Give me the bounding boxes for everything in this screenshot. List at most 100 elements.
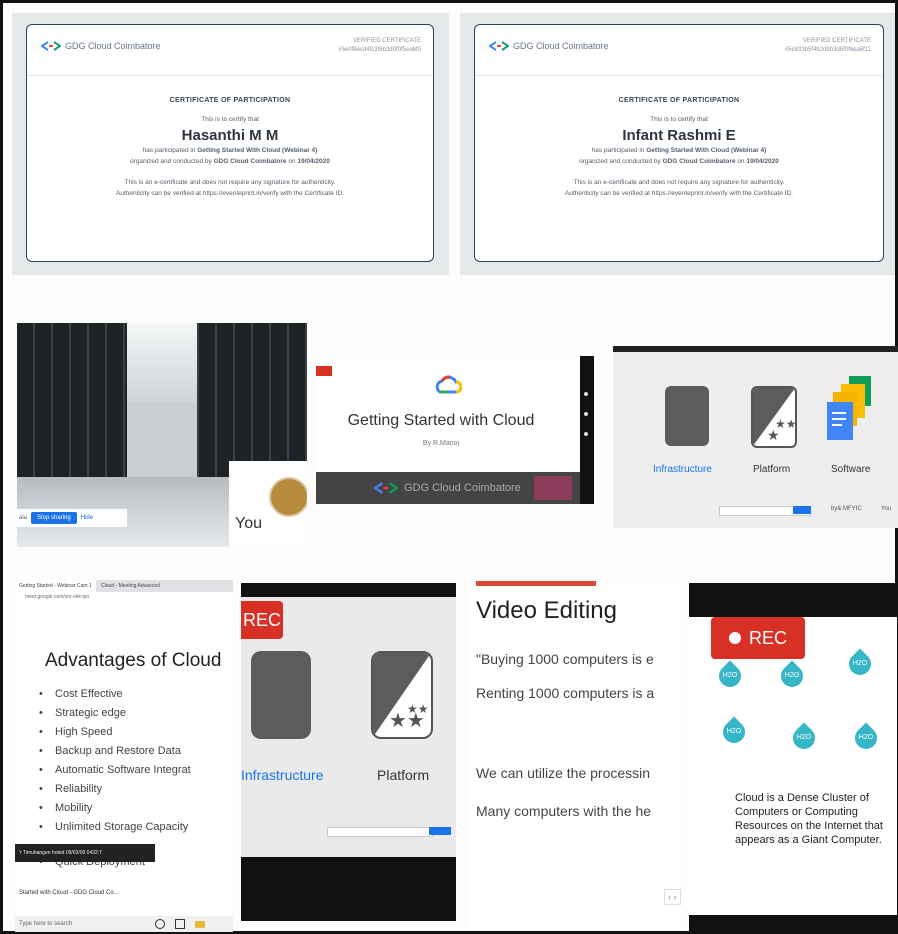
- org-name: GDG Cloud Coimbatore: [65, 41, 161, 51]
- platform-label: Platform: [377, 767, 430, 783]
- certificate-card: GDG Cloud Coimbatore VERIFIED CERTIFICAT…: [12, 13, 449, 275]
- google-cloud-icon: [435, 375, 462, 394]
- certificate-heading: CERTIFICATE OF PARTICIPATION: [169, 97, 291, 104]
- organizer-line: organized and conducted by GDG Cloud Coi…: [130, 158, 330, 165]
- server-rack-left: [17, 323, 127, 493]
- infrastructure-tile: [251, 651, 311, 739]
- body-line: We can utilize the processin: [476, 765, 651, 781]
- stop-sharing-button[interactable]: Stop sharing: [31, 512, 77, 524]
- hide-button[interactable]: Hide: [81, 515, 93, 521]
- rec-badge: REC: [711, 617, 805, 659]
- slide-title: Advantages of Cloud: [45, 650, 222, 671]
- water-drop-icon: H2O: [850, 722, 882, 754]
- participation-line: has participated in Getting Started With…: [591, 147, 767, 154]
- divider: [27, 75, 433, 76]
- participant-thumb: [534, 476, 572, 500]
- recipient-name: Infant Rashmi E: [622, 127, 736, 144]
- certificate-card: GDG Cloud Coimbatore VERIFIED CERTIFICAT…: [460, 13, 895, 275]
- ceiling-light: [127, 323, 197, 403]
- certificate-border: GDG Cloud Coimbatore VERIFIED CERTIFICAT…: [474, 24, 884, 262]
- gdg-chevron-icon: [41, 41, 61, 51]
- notification-toast: 'r Timuhangen hoted 09/03/09 0432:7: [15, 844, 155, 862]
- avatar: [269, 477, 307, 517]
- platform-tile: ★★ ★★: [371, 651, 433, 739]
- verified-label: VERIFIED CERTIFICATE: [352, 38, 421, 44]
- slide-author: By R.Manoj: [422, 440, 460, 447]
- cloud-definition: Cloud is a Dense Cluster of Computers or…: [735, 792, 883, 846]
- share-left-label: ala: [19, 515, 28, 521]
- taskbar-window-title[interactable]: Started with Cloud - GDG Cloud Co...: [19, 890, 119, 896]
- event-date: 19/04/2020: [297, 158, 330, 165]
- certificate-body: CERTIFICATE OF PARTICIPATION This is to …: [27, 95, 433, 199]
- svg-text:★: ★: [767, 427, 780, 443]
- cloud-models-screenshot: ★★ ★ Infrastructure Platform Software by&…: [613, 346, 898, 528]
- certify-text: This is to certify that: [201, 116, 259, 123]
- water-drop-icon: H2O: [714, 660, 746, 692]
- quote-line: "Buying 1000 computers is e: [476, 651, 654, 667]
- event-date: 19/04/2020: [746, 158, 779, 165]
- org-name: GDG Cloud Coimbatore: [513, 41, 609, 51]
- body-line: Many computers with the he: [476, 803, 652, 819]
- quote-line: Renting 1000 computers is a: [476, 685, 655, 701]
- infrastructure-label: Infrastructure: [241, 767, 324, 783]
- presenting-button[interactable]: [793, 506, 811, 514]
- water-drop-icon: H2O: [776, 660, 808, 692]
- svg-text:★★: ★★: [389, 710, 425, 732]
- advantages-screenshot: Getting Started - Webinar Cam 1 Cloud - …: [15, 580, 233, 932]
- record-dot-icon: [728, 632, 741, 644]
- list-item: Mobility: [39, 802, 92, 814]
- water-drop-icon: H2O: [844, 648, 876, 680]
- list-item: High Speed: [39, 726, 112, 738]
- disclaimer-line: This is an e-certificate and does not re…: [573, 179, 785, 186]
- browser-tabbar: Getting Started - Webinar Cam 1 Cloud - …: [15, 580, 233, 592]
- search-input[interactable]: Type here to search: [15, 921, 149, 927]
- folder-icon[interactable]: [195, 920, 205, 928]
- slide-title: Video Editing: [476, 597, 617, 624]
- collage-frame: GDG Cloud Coimbatore VERIFIED CERTIFICAT…: [0, 0, 898, 934]
- rec-label: REC: [748, 627, 787, 648]
- certificate-border: GDG Cloud Coimbatore VERIFIED CERTIFICAT…: [26, 24, 434, 262]
- presenting-bar: [327, 827, 433, 837]
- infrastructure-tile: [665, 386, 709, 446]
- participation-line: has participated in Getting Started With…: [142, 147, 318, 154]
- sharing-bar: ala Stop sharing Hide: [17, 509, 127, 527]
- self-view-tile: You: [229, 461, 307, 547]
- address-bar[interactable]: meet.google.com/vrx-okk-tyo: [15, 594, 233, 604]
- certificate-id: #5e833b5f4b2d9b3d5f0f6ea6f11: [784, 47, 871, 53]
- brand-label: GDG Cloud Coimbatore: [404, 482, 521, 494]
- pager-button[interactable]: ‹ ›: [664, 889, 681, 905]
- bottom-bar: [241, 857, 456, 921]
- start-icon[interactable]: [155, 919, 165, 929]
- water-drop-icon: H2O: [788, 722, 820, 754]
- verified-block: VERIFIED CERTIFICATE #5e833b5f4b2d9b3d5f…: [785, 37, 871, 55]
- platform-screenshot: REC ★★ ★★ Infrastructure Platform: [241, 583, 456, 921]
- presenting-button[interactable]: [429, 827, 451, 835]
- slide-title: Getting Started with Cloud: [347, 412, 535, 429]
- event-name: Getting Started With Cloud (Webinar 4): [646, 147, 767, 154]
- verify-line: Authenticity can be verified at https://…: [116, 190, 344, 197]
- rec-label: REC: [242, 609, 281, 630]
- rec-tag: [316, 366, 332, 376]
- infrastructure-label: Infrastructure: [653, 464, 712, 475]
- video-editing-screenshot: Video Editing "Buying 1000 computers is …: [468, 581, 682, 931]
- taskview-icon[interactable]: [175, 919, 185, 929]
- disclaimer-line: This is an e-certificate and does not re…: [124, 179, 336, 186]
- browser-tab[interactable]: Getting Started - Webinar Cam 1: [15, 580, 96, 592]
- verified-label: VERIFIED CERTIFICATE: [802, 38, 871, 44]
- certify-text: This is to certify that: [650, 116, 708, 123]
- platform-tile: ★★ ★: [751, 386, 797, 448]
- side-dots: [584, 392, 588, 396]
- browser-tab[interactable]: Cloud - Meeting Advanced: [97, 580, 164, 592]
- you-label: You: [235, 515, 262, 532]
- taskbar: Type here to search: [15, 916, 233, 932]
- list-item: Cost Effective: [39, 688, 123, 700]
- docs-stack-icon: [827, 376, 871, 440]
- platform-label: Platform: [753, 464, 791, 475]
- certificate-id: #5e0f8ecd4fc3f6b3d9f0f5ea6f0: [338, 47, 421, 53]
- bottom-bar: [689, 915, 897, 931]
- gdg-chevron-icon: [374, 482, 398, 494]
- water-drop-icon: H2O: [718, 716, 750, 748]
- server-room-screenshot: ala Stop sharing Hide You: [17, 323, 307, 547]
- list-item: Automatic Software Integrat: [39, 764, 191, 776]
- certificate-heading: CERTIFICATE OF PARTICIPATION: [618, 97, 740, 104]
